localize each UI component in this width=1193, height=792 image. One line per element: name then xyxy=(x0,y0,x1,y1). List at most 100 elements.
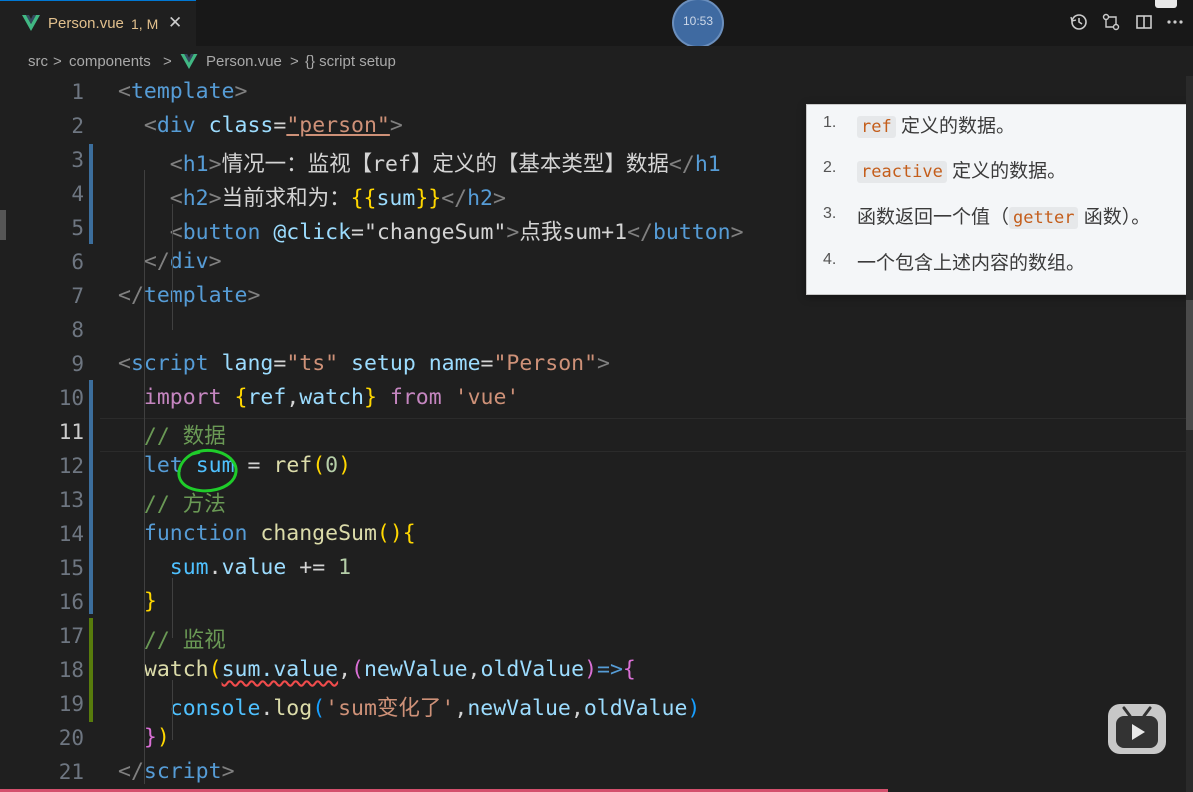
code-line[interactable]: <h1>情况一：监视【ref】定义的【基本类型】数据</h1 xyxy=(118,147,721,178)
vue-icon xyxy=(22,15,40,31)
code-line[interactable]: <h2>当前求和为：{{sum}}</h2> xyxy=(118,181,506,212)
inline-code: getter xyxy=(1009,207,1079,229)
split-editor-icon[interactable] xyxy=(1133,12,1155,34)
code-token: </ xyxy=(627,220,653,245)
code-token: script xyxy=(130,351,209,376)
code-line[interactable]: </template> xyxy=(118,283,260,308)
code-token: 点我sum+1 xyxy=(519,220,628,245)
code-token: > xyxy=(389,113,403,138)
line-number: 1 xyxy=(71,80,84,104)
code-token: oldValue xyxy=(480,657,585,682)
code-line[interactable]: import {ref,watch} from 'vue' xyxy=(118,385,519,410)
code-line[interactable]: sum.value += 1 xyxy=(118,555,351,580)
code-token: {{ xyxy=(350,186,377,211)
line-number: 9 xyxy=(71,352,84,376)
history-icon[interactable] xyxy=(1068,12,1090,34)
line-number: 20 xyxy=(58,726,84,750)
tab-status: 1, M xyxy=(131,16,159,32)
code-token: watch xyxy=(299,385,364,410)
code-token: > xyxy=(597,351,610,376)
scrollbar[interactable] xyxy=(1186,76,1193,792)
breadcrumb-components[interactable]: components xyxy=(69,53,151,70)
code-token: } xyxy=(364,385,377,410)
close-icon[interactable]: ✕ xyxy=(168,13,182,33)
line-number: 18 xyxy=(58,658,84,682)
breadcrumb-symbol[interactable]: {} script setup xyxy=(305,53,396,70)
code-line[interactable]: watch(sum.value,(newValue,oldValue)=>{ xyxy=(118,657,636,682)
code-line[interactable]: console.log('sum变化了',newValue,oldValue) xyxy=(118,691,701,722)
item-number: 2. xyxy=(823,159,837,176)
item-number: 3. xyxy=(823,205,837,222)
code-token: ref xyxy=(273,453,313,478)
item-number: 4. xyxy=(823,251,837,268)
inline-code: reactive xyxy=(857,161,947,183)
item-text: 定义的数据。 xyxy=(901,116,1016,137)
code-line[interactable]: <div class="person"> xyxy=(118,113,403,138)
code-line[interactable]: <script lang="ts" setup name="Person"> xyxy=(118,351,610,376)
code-token: . xyxy=(260,696,274,721)
code-line[interactable]: </script> xyxy=(118,759,235,784)
hover-tooltip: 1. ref 定义的数据。 2. reactive 定义的数据。 3. 函数返回… xyxy=(806,104,1193,295)
git-modified-bar xyxy=(89,380,93,614)
line-number: 15 xyxy=(58,556,84,580)
code-line[interactable]: function changeSum(){ xyxy=(118,521,416,546)
code-token: sum xyxy=(376,186,416,211)
indent-guide xyxy=(144,408,145,784)
indent-guide xyxy=(172,578,173,638)
breadcrumb-file[interactable]: Person.vue xyxy=(206,53,282,70)
line-number: 13 xyxy=(58,488,84,512)
play-icon[interactable] xyxy=(1108,704,1166,754)
code-token: 情况一：监视【ref】定义的【基本类型】数据 xyxy=(221,152,669,177)
tab-person-vue[interactable]: Person.vue 1, M ✕ xyxy=(0,0,196,47)
code-token: > xyxy=(208,249,222,274)
line-number: 16 xyxy=(58,590,84,614)
code-line[interactable]: <button @click="changeSum">点我sum+1</butt… xyxy=(118,215,744,246)
code-token: ) xyxy=(156,725,170,750)
code-token: sum.value xyxy=(221,657,339,682)
scrollbar-thumb[interactable] xyxy=(1186,300,1193,430)
code-token: ( xyxy=(312,453,326,478)
code-token: button xyxy=(652,220,731,245)
code-token: </ xyxy=(118,283,144,308)
git-modified-bar xyxy=(89,144,93,244)
breadcrumb-src[interactable]: src xyxy=(28,53,48,70)
code-token: < xyxy=(118,79,131,104)
source-control-icon[interactable] xyxy=(1100,12,1122,34)
code-token: > xyxy=(493,186,506,211)
code-token: @click xyxy=(273,220,352,245)
code-token: import xyxy=(143,385,222,410)
code-token: newValue xyxy=(467,696,571,721)
code-token: > xyxy=(730,220,744,245)
code-token: } xyxy=(143,589,157,614)
code-token: ( xyxy=(208,657,222,682)
code-token: template xyxy=(130,79,235,104)
code-token: , xyxy=(467,657,481,682)
code-token: ) xyxy=(338,453,352,478)
code-token: > xyxy=(221,759,235,784)
more-icon[interactable] xyxy=(1164,12,1186,34)
item-number: 1. xyxy=(823,114,837,131)
code-token: script xyxy=(143,759,222,784)
code-token: template xyxy=(143,283,248,308)
code-line[interactable]: } xyxy=(118,589,157,614)
code-token: </ xyxy=(668,152,695,177)
code-token: div xyxy=(156,113,196,138)
code-line[interactable]: </div> xyxy=(118,249,222,274)
code-token: value xyxy=(221,555,287,580)
item-text: 定义的数据。 xyxy=(952,161,1067,182)
code-line[interactable]: <template> xyxy=(118,79,247,104)
code-token: function xyxy=(143,521,248,546)
code-token: > xyxy=(208,186,222,211)
line-number: 7 xyxy=(71,284,84,308)
code-token: "changeSum" xyxy=(363,220,507,245)
code-token: < xyxy=(118,186,183,211)
clock-overlay: 10:53 xyxy=(672,0,724,48)
